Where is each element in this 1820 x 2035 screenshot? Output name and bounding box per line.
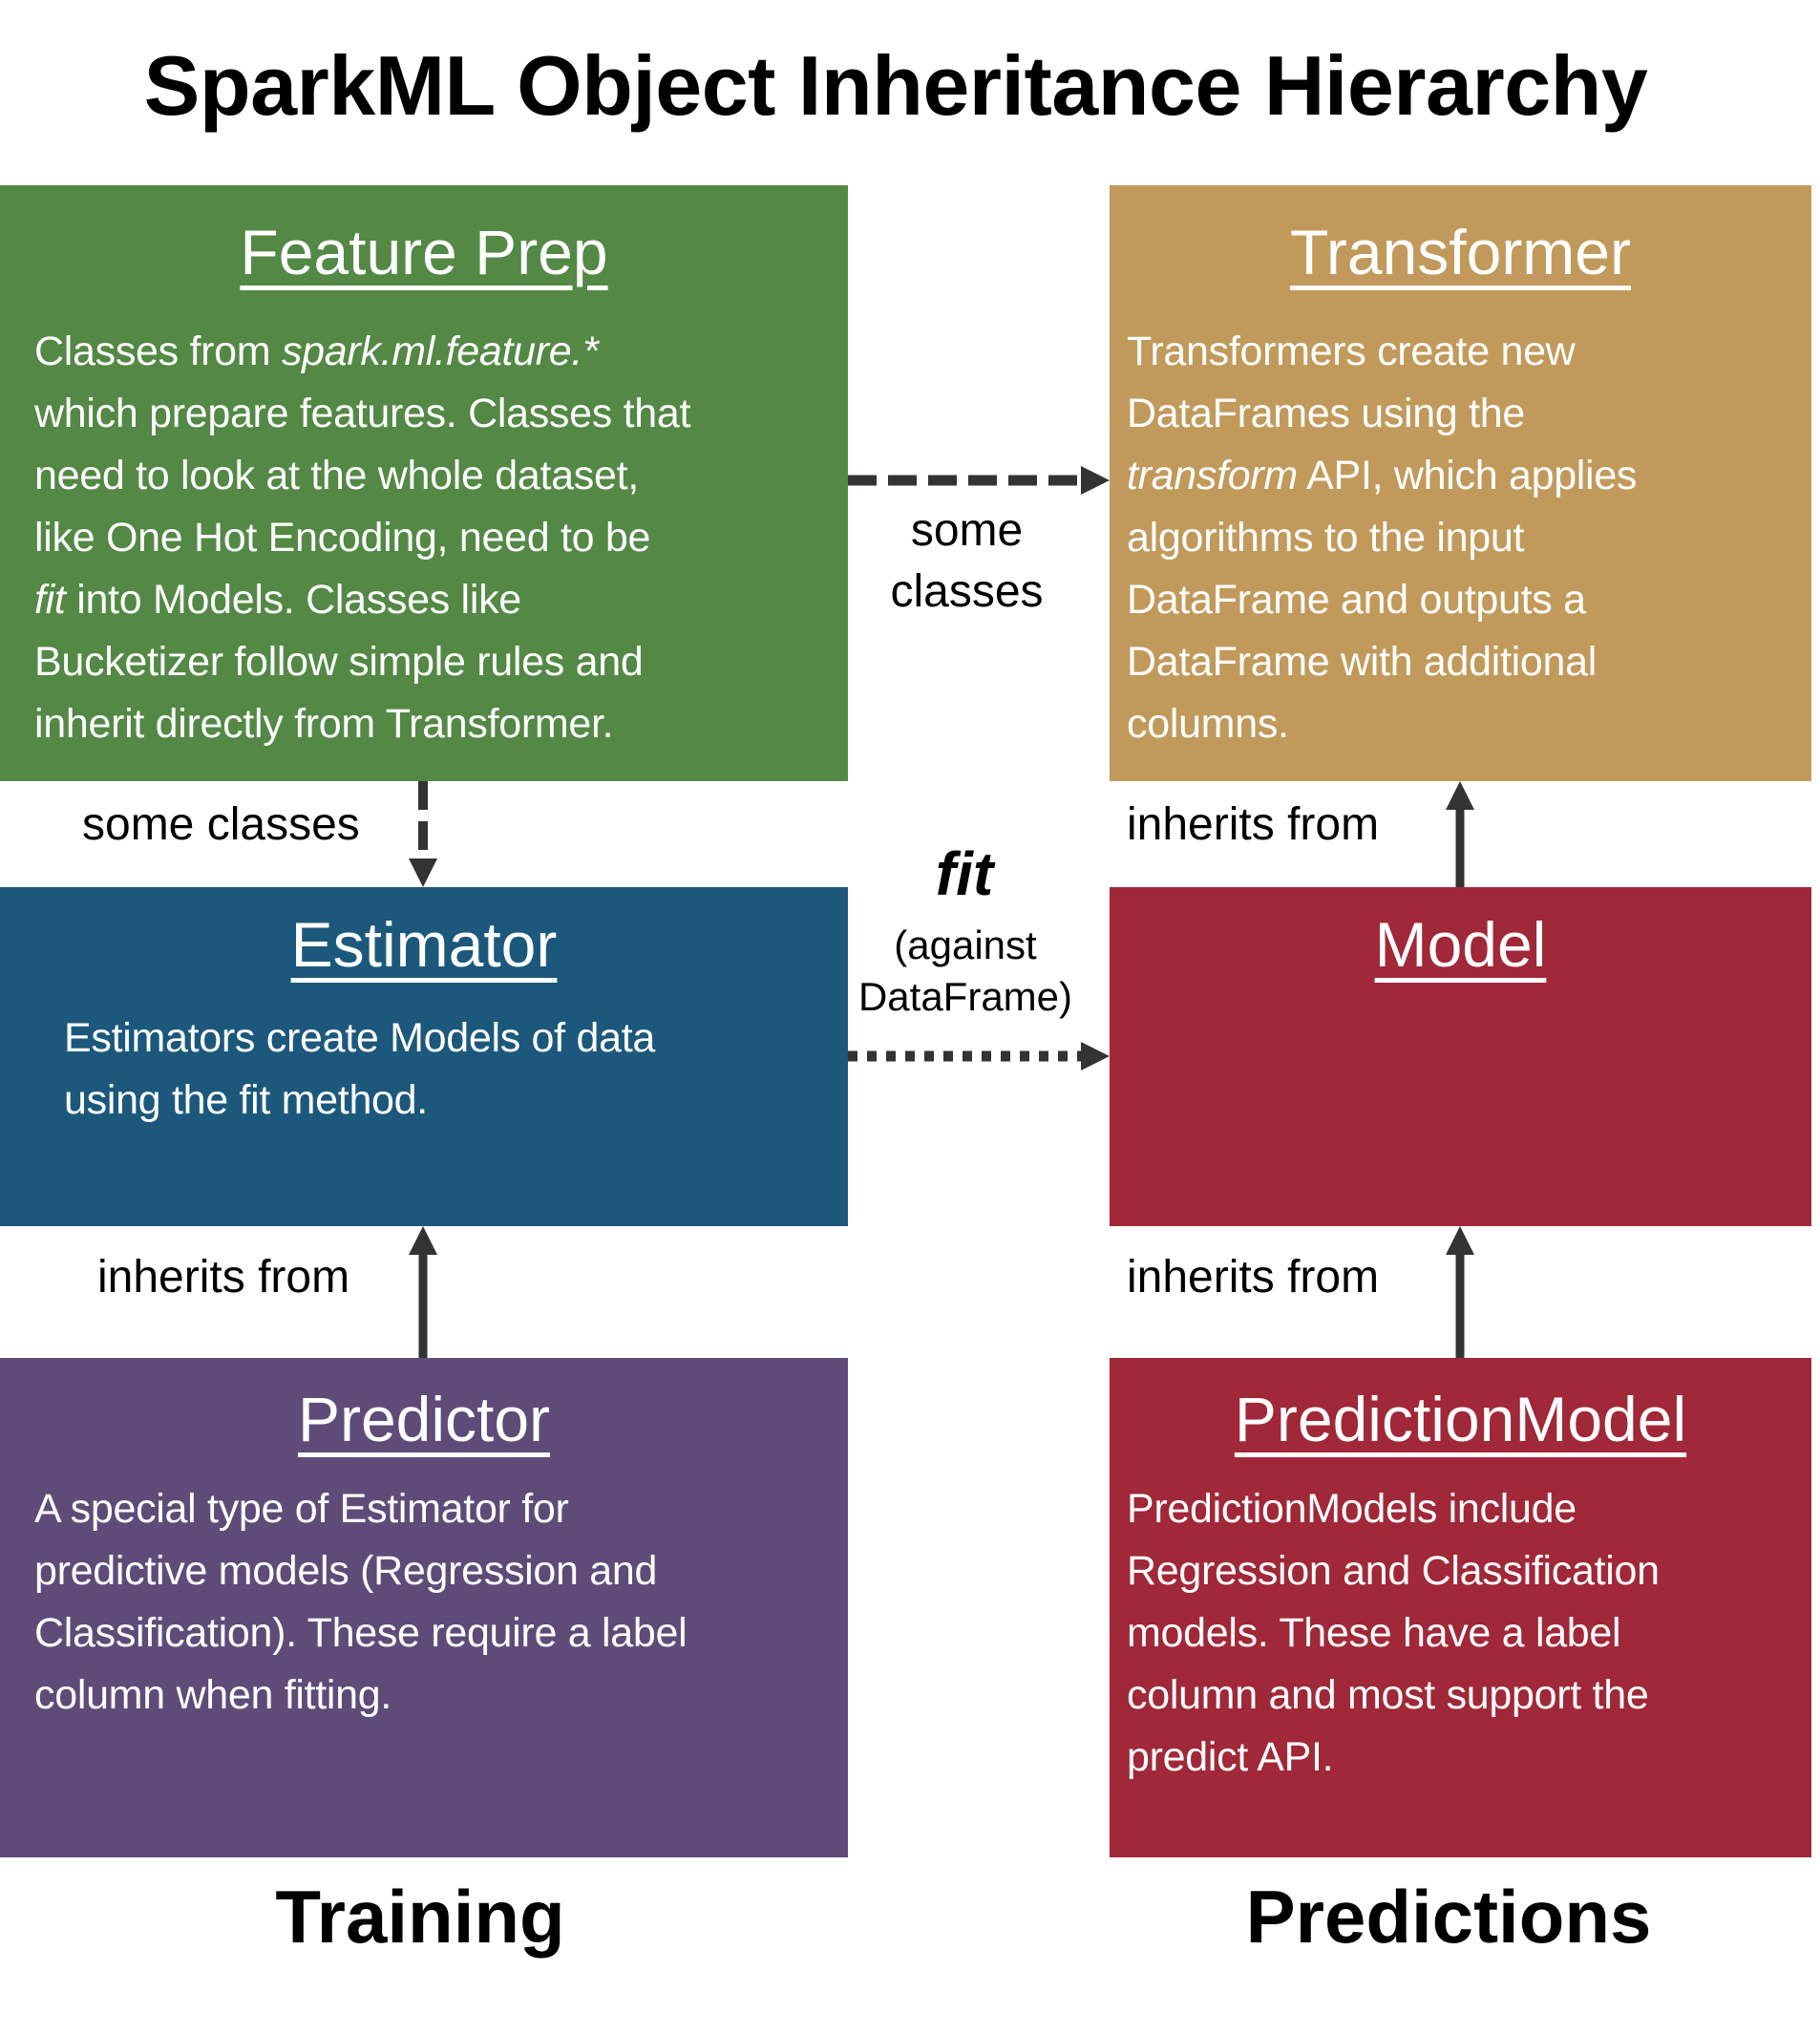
label-against-line2: DataFrame) (857, 974, 1073, 1019)
arrow-model-to-transformer (1446, 781, 1474, 887)
label-inherits-from-predictionmodel-model: inherits from (1127, 1252, 1380, 1303)
column-label-predictions: Predictions (1245, 1875, 1652, 1959)
label-fit: fit (935, 839, 994, 908)
label-some-classes-vertical: some classes (82, 799, 360, 850)
label-some-classes-horizontal-line1: some (910, 505, 1024, 556)
label-inherits-from-model-transformer: inherits from (1127, 799, 1380, 850)
label-against-line1: (against (894, 922, 1037, 967)
arrow-featureprep-to-estimator (409, 781, 437, 887)
arrow-featureprep-to-transformer (848, 466, 1110, 495)
arrow-estimator-to-model (848, 1042, 1110, 1070)
column-label-training: Training (275, 1875, 565, 1959)
label-some-classes-horizontal-line2: classes (890, 566, 1044, 617)
label-inherits-from-predictor-estimator: inherits from (97, 1252, 350, 1303)
arrow-predictionmodel-to-model (1446, 1226, 1474, 1358)
arrow-predictor-to-estimator (409, 1226, 437, 1358)
